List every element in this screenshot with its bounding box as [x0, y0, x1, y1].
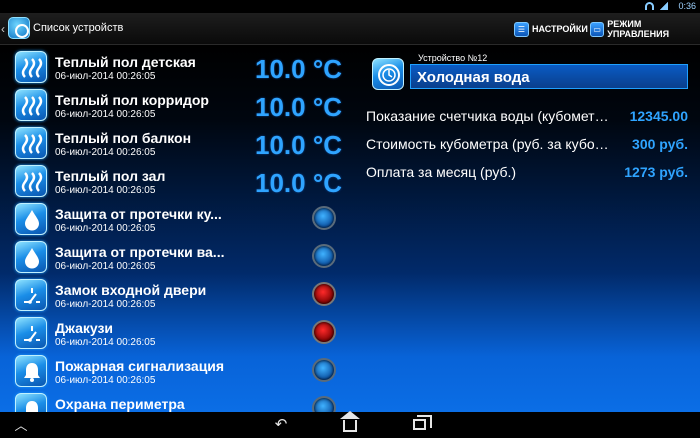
temperature-value: 10.0 °C — [255, 54, 343, 84]
wifi-icon — [645, 2, 654, 10]
temperature-value: 10.0 °C — [255, 130, 343, 160]
device-name: Джакузи — [55, 320, 114, 336]
signal-icon — [660, 2, 668, 10]
status-bar: 0:36 — [0, 0, 700, 13]
device-row[interactable]: Защита от протечки ва... 06-июл-2014 00:2… — [0, 239, 350, 277]
device-timestamp: 06-июл-2014 00:26:05 — [55, 109, 156, 120]
property-label: Показание счетчика воды (кубометры) — [366, 108, 616, 124]
back-icon[interactable]: ↶ — [270, 415, 292, 433]
recent-apps-icon[interactable] — [408, 414, 432, 433]
device-name: Защита от протечки ку... — [55, 206, 222, 222]
device-number: Устройство №12 — [418, 53, 488, 63]
property-label: Оплата за месяц (руб.) — [366, 164, 517, 180]
settings-button[interactable]: ☰ НАСТРОЙКИ — [514, 21, 588, 37]
property-value: 1273 руб. — [624, 164, 688, 180]
device-timestamp: 06-июл-2014 00:26:05 — [55, 147, 156, 158]
device-row[interactable]: Джакузи 06-июл-2014 00:26:05 — [0, 315, 350, 353]
device-name: Пожарная сигнализация — [55, 358, 225, 374]
device-list[interactable]: Теплый пол детская 06-июл-2014 00:26:05 10… — [0, 46, 350, 412]
menu-icon: ☰ — [514, 21, 529, 37]
switch-icon — [15, 279, 47, 311]
property-label: Стоимость кубометра (руб. за кубометр) — [366, 136, 616, 152]
device-row[interactable]: Теплый пол детская 06-июл-2014 00:26:05 10… — [0, 49, 350, 87]
device-row[interactable]: Замок входной двери 06-июл-2014 00:26:05 — [0, 277, 350, 315]
device-timestamp: 06-июл-2014 00:26:05 — [55, 71, 156, 82]
monitor-icon: ▭ — [590, 21, 605, 37]
device-timestamp: 06-июл-2014 00:26:05 — [55, 337, 156, 348]
temperature-value: 10.0 °C — [255, 168, 343, 198]
property-value: 300 руб. — [632, 136, 688, 152]
main-area: Теплый пол детская 06-июл-2014 00:26:05 10… — [0, 46, 700, 412]
device-name: Защита от протечки ва... — [55, 244, 225, 260]
device-row[interactable]: Теплый пол балкон 06-июл-2014 00:26:05 10.… — [0, 125, 350, 163]
status-indicator[interactable] — [312, 320, 336, 344]
property-cost-per-cubic-meter[interactable]: Стоимость кубометра (руб. за кубометр) 3… — [366, 134, 688, 156]
device-row[interactable]: Пожарная сигнализация 06-июл-2014 00:26:0… — [0, 353, 350, 391]
device-name: Теплый пол зал — [55, 168, 166, 184]
clock: 0:36 — [678, 1, 696, 11]
heating-icon — [15, 89, 47, 121]
device-timestamp: 06-июл-2014 00:26:05 — [55, 375, 156, 386]
heating-icon — [15, 127, 47, 159]
app-logo-icon[interactable] — [8, 17, 30, 39]
screen-title: Список устройств — [33, 22, 124, 34]
status-indicator[interactable] — [312, 244, 336, 268]
device-name: Замок входной двери — [55, 282, 207, 298]
water-drop-icon — [15, 203, 47, 235]
settings-label: НАСТРОЙКИ — [532, 24, 588, 34]
water-drop-icon — [15, 241, 47, 273]
home-icon[interactable] — [339, 411, 361, 433]
device-name: Теплый пол балкон — [55, 130, 192, 146]
system-nav-bar: ︿ ↶ — [0, 411, 700, 438]
device-name: Охрана периметра — [55, 396, 185, 412]
status-indicator[interactable] — [312, 206, 336, 230]
bell-icon — [15, 355, 47, 387]
chevron-left-icon[interactable]: ‹ — [1, 22, 5, 36]
device-row[interactable]: Теплый пол зал 06-июл-2014 00:26:05 10.0 °… — [0, 163, 350, 201]
device-timestamp: 06-июл-2014 00:26:05 — [55, 261, 156, 272]
property-meter-reading[interactable]: Показание счетчика воды (кубометры) 1234… — [366, 106, 688, 128]
device-name: Теплый пол корридор — [55, 92, 209, 108]
status-indicator[interactable] — [312, 358, 336, 382]
status-indicator[interactable] — [312, 282, 336, 306]
heating-icon — [15, 51, 47, 83]
control-mode-label: РЕЖИМ УПРАВЛЕНИЯ — [607, 19, 670, 39]
control-mode-button[interactable]: ▭ РЕЖИМ УПРАВЛЕНИЯ — [590, 19, 700, 39]
device-row[interactable]: Теплый пол корридор 06-июл-2014 00:26:05 1… — [0, 87, 350, 125]
property-value: 12345.00 — [629, 108, 688, 124]
action-bar: ‹ Список устройств ☰ НАСТРОЙКИ ▭ РЕЖИМ У… — [0, 13, 700, 45]
status-indicator[interactable] — [312, 396, 336, 412]
device-row[interactable]: Охрана периметра — [0, 391, 350, 412]
bell-icon — [15, 393, 47, 412]
device-detail-panel: Устройство №12 Холодная вода Показание с… — [362, 46, 700, 412]
device-timestamp: 06-июл-2014 00:26:05 — [55, 185, 156, 196]
device-row[interactable]: Защита от протечки ку... 06-июл-2014 00:2… — [0, 201, 350, 239]
property-monthly-payment[interactable]: Оплата за месяц (руб.) 1273 руб. — [366, 162, 688, 184]
chevron-up-icon[interactable]: ︿ — [10, 415, 32, 433]
heating-icon — [15, 165, 47, 197]
device-timestamp: 06-июл-2014 00:26:05 — [55, 223, 156, 234]
device-timestamp: 06-июл-2014 00:26:05 — [55, 299, 156, 310]
switch-icon — [15, 317, 47, 349]
device-name: Теплый пол детская — [55, 54, 196, 70]
water-meter-icon — [372, 58, 404, 90]
temperature-value: 10.0 °C — [255, 92, 343, 122]
device-name-field: Холодная вода — [410, 64, 688, 89]
